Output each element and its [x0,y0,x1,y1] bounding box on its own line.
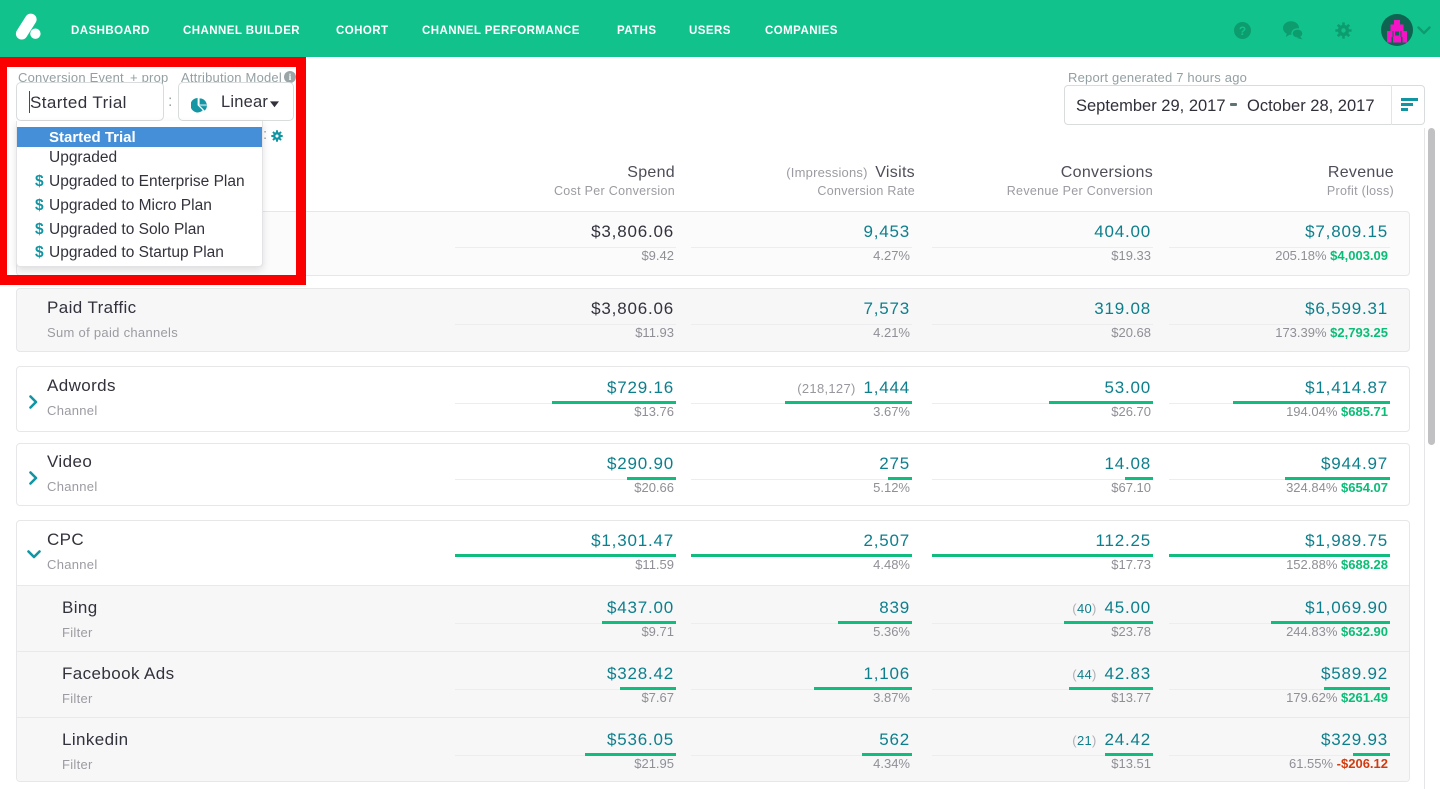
svg-text:?: ? [1239,24,1246,38]
